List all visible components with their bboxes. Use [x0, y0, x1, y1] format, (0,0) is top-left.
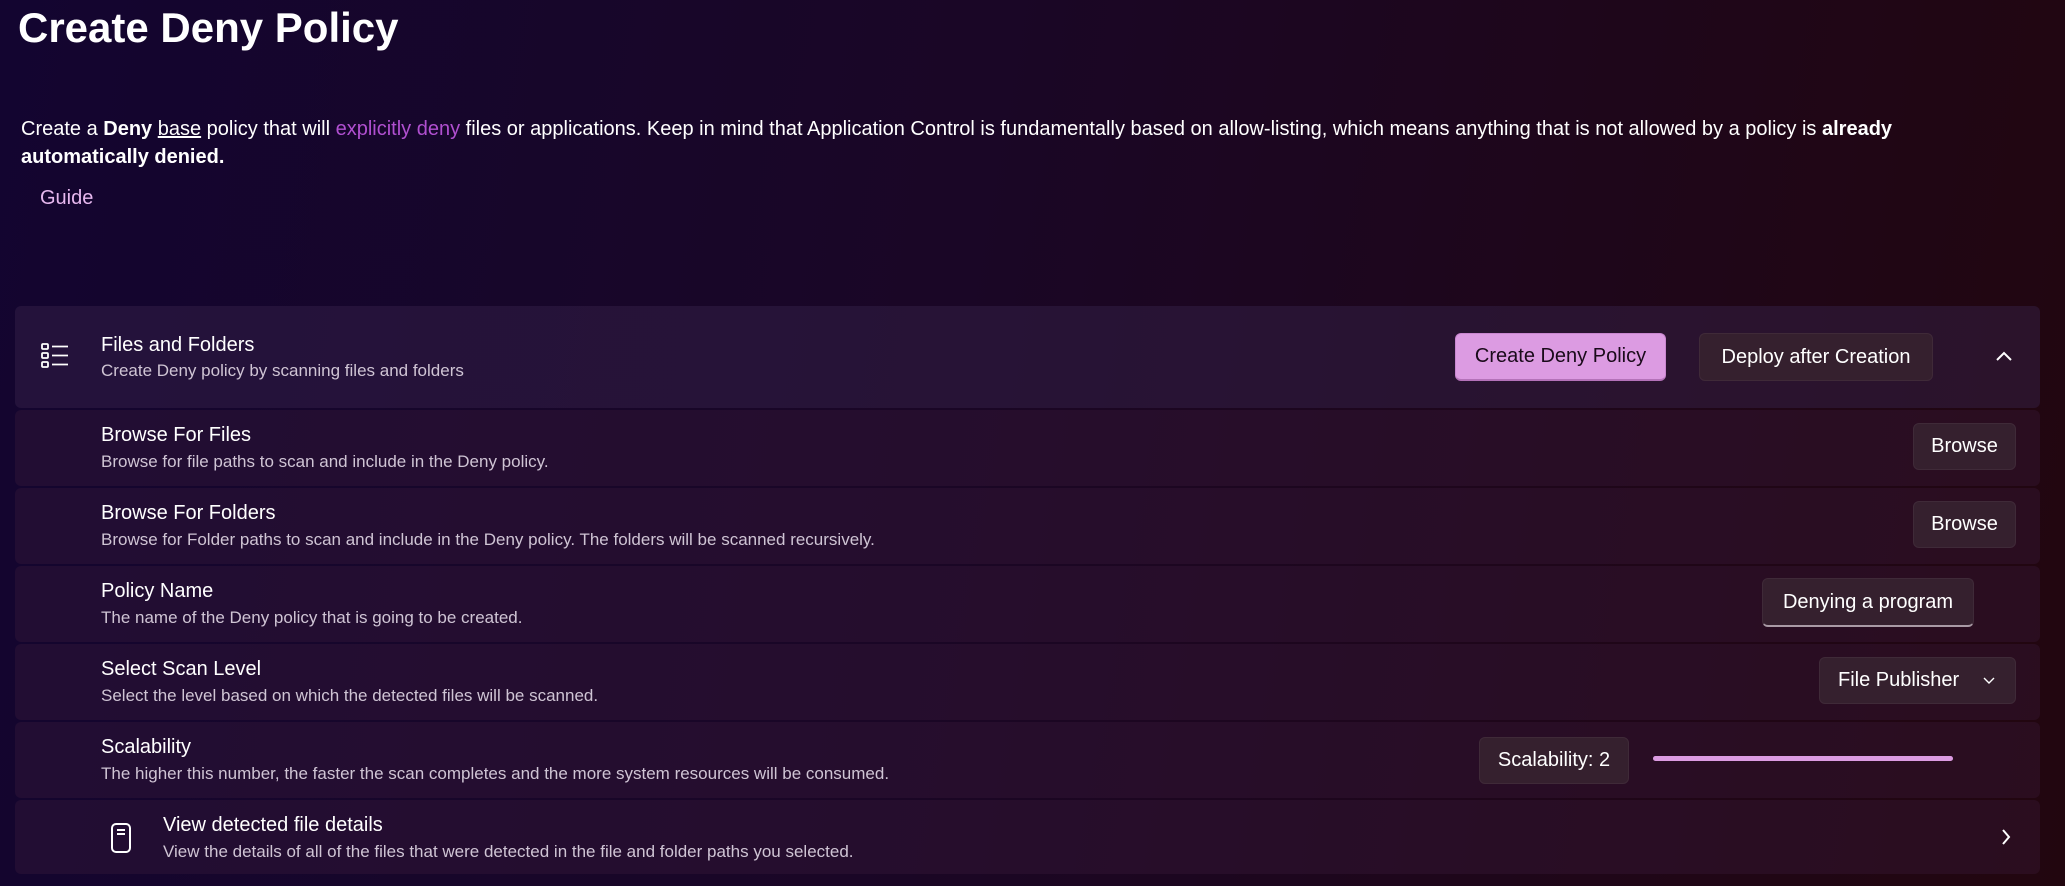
- scalability-slider[interactable]: [1653, 756, 1953, 761]
- create-deny-policy-button[interactable]: Create Deny Policy: [1455, 333, 1666, 381]
- row-subtitle: The name of the Deny policy that is goin…: [101, 608, 523, 627]
- scan-level-dropdown[interactable]: File Publisher: [1819, 657, 2016, 704]
- row-subtitle: View the details of all of the files tha…: [163, 842, 854, 861]
- chevron-up-icon[interactable]: [1995, 350, 2013, 362]
- section-header[interactable]: Files and Folders Create Deny policy by …: [15, 306, 2040, 408]
- section-subtitle: Create Deny policy by scanning files and…: [101, 361, 464, 380]
- intro-part: Create a: [21, 118, 104, 140]
- scalability-row: Scalability The higher this number, the …: [15, 722, 2040, 798]
- guide-link[interactable]: Guide: [40, 187, 93, 210]
- scalability-slider-fill: [1653, 756, 1953, 761]
- intro-part: policy that will: [201, 118, 336, 140]
- files-and-folders-card: Files and Folders Create Deny policy by …: [15, 306, 2040, 876]
- scalability-badge: Scalability: 2: [1479, 737, 1629, 784]
- list-icon: [41, 343, 68, 368]
- row-subtitle: Browse for file paths to scan and includ…: [101, 452, 549, 471]
- deploy-after-creation-toggle[interactable]: Deploy after Creation: [1699, 333, 1933, 381]
- intro-base: base: [157, 118, 202, 140]
- row-title: Policy Name: [101, 580, 214, 602]
- scan-level-selected: File Publisher: [1838, 669, 1960, 691]
- policy-name-row: Policy Name The name of the Deny policy …: [15, 566, 2040, 642]
- chevron-down-icon: [1983, 677, 1995, 684]
- row-title: Select Scan Level: [101, 658, 262, 680]
- policy-name-input[interactable]: Denying a program: [1762, 578, 1974, 627]
- scan-level-row: Select Scan Level Select the level based…: [15, 644, 2040, 720]
- row-title: View detected file details: [163, 814, 383, 836]
- view-file-details-row[interactable]: View detected file details View the deta…: [15, 800, 2040, 874]
- row-subtitle: The higher this number, the faster the s…: [101, 764, 890, 783]
- row-subtitle: Browse for Folder paths to scan and incl…: [101, 530, 875, 549]
- intro-text: Create a Deny base policy that will expl…: [21, 115, 2011, 171]
- row-title: Browse For Files: [101, 424, 252, 446]
- row-title: Browse For Folders: [101, 502, 276, 524]
- row-title: Scalability: [101, 736, 192, 758]
- page-title: Create Deny Policy: [18, 4, 399, 51]
- browse-files-button[interactable]: Browse: [1913, 423, 2016, 470]
- intro-explicit-deny: explicitly deny: [335, 118, 461, 140]
- row-subtitle: Select the level based on which the dete…: [101, 686, 599, 705]
- document-icon: [111, 823, 131, 853]
- intro-part: files or applications. Keep in mind that…: [460, 118, 1822, 140]
- browse-files-row: Browse For Files Browse for file paths t…: [15, 410, 2040, 486]
- section-title: Files and Folders: [101, 334, 255, 356]
- intro-deny: Deny: [103, 118, 153, 140]
- browse-folders-button[interactable]: Browse: [1913, 501, 2016, 548]
- chevron-right-icon: [2002, 829, 2011, 845]
- browse-folders-row: Browse For Folders Browse for Folder pat…: [15, 488, 2040, 564]
